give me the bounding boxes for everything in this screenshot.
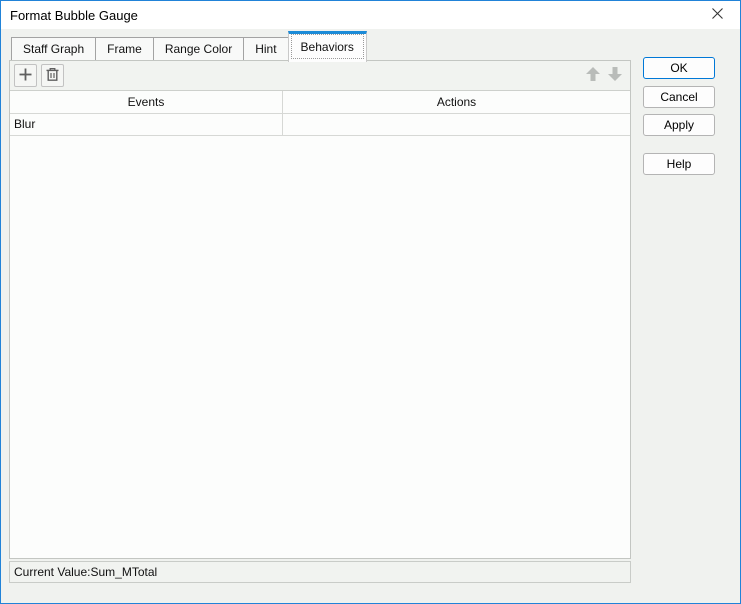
events-actions-table: Events Actions Blur [10, 91, 630, 136]
dialog-title: Format Bubble Gauge [10, 8, 138, 23]
plus-icon [18, 67, 33, 85]
title-bar: Format Bubble Gauge [1, 1, 740, 29]
apply-button[interactable]: Apply [643, 114, 715, 136]
help-button[interactable]: Help [643, 153, 715, 175]
column-header-actions: Actions [283, 91, 630, 114]
tab-behaviors[interactable]: Behaviors [288, 31, 367, 62]
cancel-button[interactable]: Cancel [643, 86, 715, 108]
arrow-up-icon [585, 66, 601, 85]
current-value-text: Current Value:Sum_MTotal [14, 565, 157, 579]
column-header-events: Events [10, 91, 283, 114]
status-bar: Current Value:Sum_MTotal [9, 561, 631, 583]
table-row[interactable]: Blur [10, 114, 630, 136]
tab-bar: Staff Graph Frame Range Color Hint Behav… [11, 32, 367, 61]
add-event-button[interactable] [14, 64, 37, 87]
tab-staff-graph[interactable]: Staff Graph [11, 37, 96, 61]
ok-button[interactable]: OK [643, 57, 715, 79]
table-header-row: Events Actions [10, 91, 630, 114]
move-up-button[interactable] [582, 65, 604, 87]
move-down-button[interactable] [604, 65, 626, 87]
delete-event-button[interactable] [41, 64, 64, 87]
event-cell[interactable]: Blur [10, 114, 283, 136]
tab-hint[interactable]: Hint [243, 37, 288, 61]
behaviors-panel: Events Actions Blur [9, 60, 631, 559]
behaviors-toolbar [10, 61, 630, 91]
arrow-down-icon [607, 66, 623, 85]
trash-icon [45, 67, 60, 85]
action-cell[interactable] [283, 114, 630, 136]
tab-frame[interactable]: Frame [95, 37, 154, 61]
tab-range-color[interactable]: Range Color [153, 37, 244, 61]
close-icon [711, 7, 724, 23]
close-button[interactable] [700, 1, 734, 29]
format-bubble-gauge-dialog: Format Bubble Gauge Staff Graph Frame Ra… [0, 0, 741, 604]
